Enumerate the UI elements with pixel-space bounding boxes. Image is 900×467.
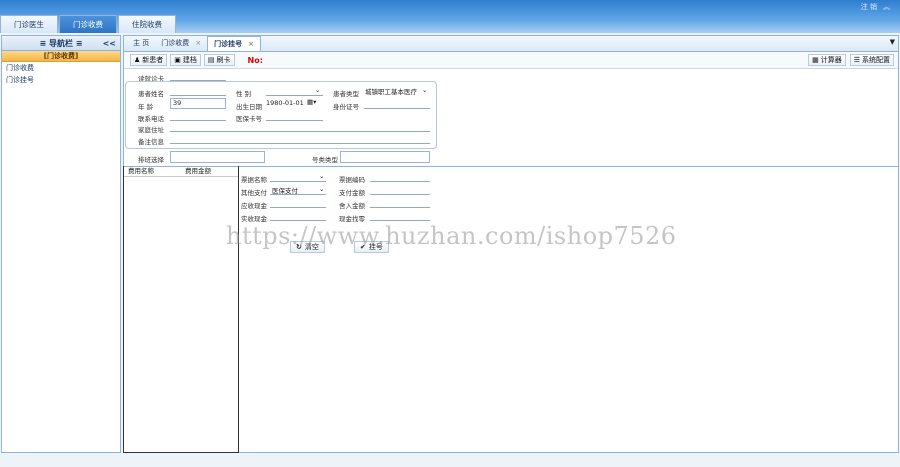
tab-clinic-fee-label[interactable]: 门诊收费 <box>161 36 189 51</box>
top-banner: 注 销 ︽ 门诊医生 门诊收费 住院收费 <box>0 0 900 33</box>
tab-registration[interactable]: 门诊挂号 × <box>207 36 261 51</box>
patient-type-label: 患者类型 <box>333 90 359 98</box>
birth-date-input[interactable]: 1980-01-01 <box>266 99 304 107</box>
tab-home-label[interactable]: 主 页 <box>133 36 149 51</box>
phone-input[interactable] <box>170 120 226 121</box>
queue-select-label: 排班选择 <box>138 156 164 164</box>
bill-name-select[interactable] <box>270 181 326 182</box>
bill-no-input[interactable] <box>370 181 430 182</box>
new-patient-label: 新患者 <box>142 56 164 64</box>
person-icon: ♟ <box>134 56 141 64</box>
insurance-no-label: 医保卡号 <box>236 115 262 123</box>
top-tabs: 门诊医生 门诊收费 住院收费 <box>0 15 177 33</box>
receivable-cash-input[interactable] <box>270 207 326 208</box>
fee-name-header: 费用名称 <box>128 167 154 175</box>
config-icon: ☰ <box>853 56 860 64</box>
address-label: 家庭住址 <box>138 126 164 134</box>
remark-input[interactable] <box>170 143 430 144</box>
number-type-label: 号类类型 <box>312 156 338 164</box>
pay-amount-input[interactable] <box>370 194 430 195</box>
calculator-label: 计算器 <box>820 56 842 64</box>
sidebar: ≡ 导航栏 ≡ << [门诊收费] 门诊收费 门诊挂号 <box>1 35 121 453</box>
create-file-label: 建档 <box>182 56 197 64</box>
close-icon[interactable]: × <box>248 37 254 51</box>
age-input[interactable]: 39 <box>170 98 226 109</box>
create-file-button[interactable]: ▣ 建档 <box>170 54 201 66</box>
chevron-down-icon[interactable]: ⌄ <box>319 172 324 180</box>
sidebar-title: ≡ 导航栏 ≡ <box>39 39 83 48</box>
address-input[interactable] <box>170 131 430 132</box>
rounding-label: 舍入金额 <box>339 202 365 210</box>
id-number-label: 身份证号 <box>333 103 359 111</box>
logout-link[interactable]: 注 销 ︽ <box>861 2 890 12</box>
age-label: 年 龄 <box>138 103 154 111</box>
close-icon[interactable]: × <box>195 36 201 51</box>
tab-home[interactable]: 主 页 <box>127 36 155 51</box>
patient-name-label: 患者姓名 <box>138 90 164 98</box>
system-config-label: 系统配置 <box>862 56 890 64</box>
lower-panel <box>123 166 899 453</box>
sidebar-header: ≡ 导航栏 ≡ << <box>2 36 120 51</box>
gender-select[interactable] <box>266 95 323 96</box>
tab-registration-label[interactable]: 门诊挂号 <box>214 37 242 51</box>
tab-clinic-fee[interactable]: 门诊收费 × <box>155 36 207 51</box>
collapse-arrow-icon[interactable]: ▼ <box>890 38 895 46</box>
other-pay-underline <box>270 194 326 195</box>
bottom-bar <box>0 455 900 467</box>
fee-amount-header: 费用金额 <box>185 167 211 175</box>
number-type-input[interactable] <box>340 151 430 163</box>
id-number-input[interactable] <box>364 108 430 109</box>
fee-table-header: 费用名称 费用金额 <box>124 166 238 177</box>
remark-label: 备注信息 <box>138 138 164 146</box>
calculator-icon: ▦ <box>812 56 819 64</box>
top-tab-inpatient-fee[interactable]: 住院收费 <box>118 15 176 33</box>
system-config-button[interactable]: ☰ 系统配置 <box>849 54 894 66</box>
calculator-button[interactable]: ▦ 计算器 <box>808 54 846 66</box>
new-patient-button[interactable]: ♟ 新患者 <box>130 54 168 66</box>
pay-amount-label: 支付金额 <box>339 189 365 197</box>
number-label: No: <box>247 55 263 65</box>
tab-strip: 主 页 门诊收费 × 门诊挂号 × <box>124 36 898 52</box>
card-icon: ▤ <box>207 56 215 64</box>
phone-label: 联系电话 <box>138 115 164 123</box>
toolbar: ♟ 新患者 ▣ 建档 ▤ 刷卡 No: ▦ 计算器 ☰ 系统配置 <box>124 52 898 69</box>
queue-select-input[interactable] <box>170 151 265 163</box>
gender-label: 性 别 <box>236 90 252 98</box>
expand-icon[interactable]: ︽ <box>883 2 890 12</box>
chevron-down-icon[interactable]: ⌄ <box>315 86 320 94</box>
top-tab-clinic-fee[interactable]: 门诊收费 <box>59 15 117 33</box>
chevron-down-icon[interactable]: ⌄ <box>319 185 324 193</box>
logout-label[interactable]: 注 销 <box>861 2 877 12</box>
top-tab-doctor[interactable]: 门诊医生 <box>0 15 58 33</box>
swipe-card-button[interactable]: ▤ 刷卡 <box>203 54 235 66</box>
chevron-down-icon[interactable]: ⌄ <box>422 86 427 94</box>
patient-type-select[interactable]: 城镇职工基本医疗 <box>365 86 417 96</box>
receivable-cash-label: 应收现金 <box>241 202 267 210</box>
sidebar-item-clinic-fee[interactable]: 门诊收费 <box>2 62 120 74</box>
birth-date-label: 出生日期 <box>236 103 262 111</box>
collapse-sidebar-icon[interactable]: << <box>103 36 116 51</box>
sidebar-group-clinic-fee[interactable]: [门诊收费] <box>2 51 120 62</box>
patient-name-input[interactable] <box>170 95 226 96</box>
other-pay-label: 其他支付 <box>241 189 267 197</box>
calendar-icon[interactable]: ▦▾ <box>307 98 316 106</box>
change-input[interactable] <box>370 220 430 221</box>
insurance-no-input[interactable] <box>266 120 323 121</box>
bill-name-label: 票据名称 <box>241 176 267 184</box>
sidebar-item-registration[interactable]: 门诊挂号 <box>2 74 120 86</box>
fee-table: 费用名称 费用金额 <box>123 166 239 453</box>
rounding-input[interactable] <box>370 207 430 208</box>
watermark-text: https://www.huzhan.com/ishop7526 <box>226 222 677 250</box>
bill-no-label: 票据编码 <box>339 176 365 184</box>
actual-cash-input[interactable] <box>270 220 326 221</box>
image-icon: ▣ <box>174 56 181 64</box>
swipe-card-label: 刷卡 <box>216 56 231 64</box>
